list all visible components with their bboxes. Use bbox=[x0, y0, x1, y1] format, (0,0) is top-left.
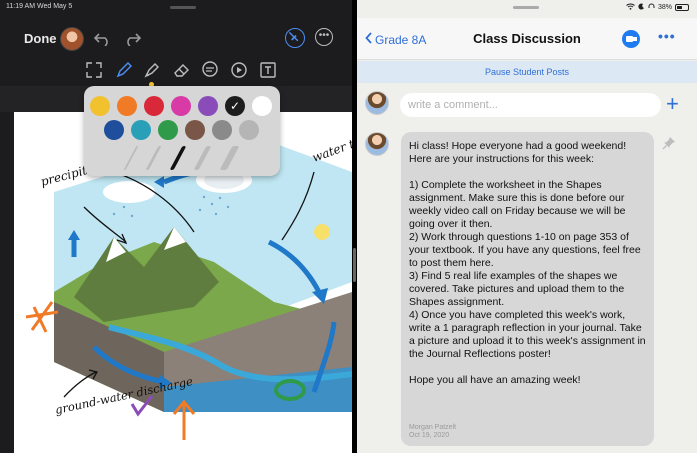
video-call-icon[interactable] bbox=[622, 30, 640, 48]
battery-percent: 38% bbox=[657, 4, 672, 11]
pen-icon[interactable] bbox=[114, 60, 134, 80]
redo-icon[interactable] bbox=[122, 30, 142, 47]
post-meta: Morgan Patzelt Oct 19, 2020 bbox=[409, 424, 456, 440]
pin-icon[interactable] bbox=[662, 136, 676, 150]
moon-icon bbox=[638, 3, 645, 12]
color-swatch[interactable] bbox=[158, 120, 178, 140]
color-swatch[interactable] bbox=[131, 120, 151, 140]
split-screen: 11:19 AM Wed May 5 Done ••• precipitatio… bbox=[0, 0, 697, 453]
comment-composer: + bbox=[357, 87, 697, 123]
status-time: 11:19 AM Wed May 5 bbox=[6, 3, 73, 10]
post-body: Hi class! Hope everyone had a good weeke… bbox=[409, 140, 646, 386]
discussion-pane: 38% Grade 8A Class Discussion ••• Pause … bbox=[357, 0, 697, 453]
discussion-post: Hi class! Hope everyone had a good weeke… bbox=[357, 128, 697, 453]
drawing-toolbar-top: Done ••• bbox=[0, 16, 352, 58]
color-swatch[interactable] bbox=[252, 96, 272, 116]
stroke-size-option[interactable] bbox=[145, 146, 162, 170]
stroke-size-option-selected[interactable] bbox=[169, 146, 187, 170]
stroke-size-option[interactable] bbox=[123, 146, 139, 170]
post-author: Morgan Patzelt bbox=[409, 424, 457, 431]
color-swatch-selected[interactable] bbox=[225, 96, 245, 116]
avatar bbox=[365, 132, 389, 156]
status-bar-right: 38% bbox=[626, 3, 689, 12]
color-swatch[interactable] bbox=[185, 120, 205, 140]
text-box-icon[interactable] bbox=[258, 60, 278, 80]
color-swatch[interactable] bbox=[104, 120, 124, 140]
battery-icon bbox=[675, 4, 689, 11]
divider-handle[interactable] bbox=[353, 248, 356, 282]
svg-text:water the: water the bbox=[310, 132, 352, 165]
color-swatch[interactable] bbox=[212, 120, 232, 140]
color-swatch[interactable] bbox=[198, 96, 218, 116]
color-swatch[interactable] bbox=[144, 96, 164, 116]
eraser-icon[interactable] bbox=[172, 60, 192, 80]
drawing-tools bbox=[0, 58, 352, 87]
color-palette bbox=[84, 86, 280, 176]
color-swatch[interactable] bbox=[90, 96, 110, 116]
color-swatch[interactable] bbox=[171, 96, 191, 116]
pencil-slash-icon[interactable] bbox=[285, 28, 305, 48]
multitask-grabber[interactable] bbox=[513, 6, 539, 9]
ellipsis-circle-icon[interactable]: ••• bbox=[315, 28, 333, 46]
undo-icon[interactable] bbox=[93, 30, 113, 47]
marker-icon[interactable] bbox=[142, 60, 162, 80]
expand-icon[interactable] bbox=[84, 60, 104, 80]
page-title: Class Discussion bbox=[473, 31, 581, 46]
headphones-icon bbox=[648, 3, 655, 12]
wifi-icon bbox=[626, 3, 635, 12]
stroke-size-option[interactable] bbox=[193, 146, 212, 170]
comment-input[interactable] bbox=[400, 93, 661, 117]
post-date: Oct 19, 2020 bbox=[409, 432, 450, 439]
stroke-size-option[interactable] bbox=[219, 146, 240, 170]
color-swatch[interactable] bbox=[117, 96, 137, 116]
avatar bbox=[365, 91, 389, 115]
post-bubble[interactable]: Hi class! Hope everyone had a good weeke… bbox=[401, 132, 654, 446]
avatar[interactable] bbox=[60, 27, 84, 51]
color-swatch[interactable] bbox=[239, 120, 259, 140]
multitask-grabber[interactable] bbox=[170, 6, 196, 9]
more-icon[interactable]: ••• bbox=[658, 28, 676, 44]
nav-bar: Grade 8A Class Discussion ••• bbox=[357, 18, 697, 60]
pause-posts-button[interactable]: Pause Student Posts bbox=[357, 61, 697, 83]
comment-icon[interactable] bbox=[200, 60, 220, 80]
drawing-app-pane: 11:19 AM Wed May 5 Done ••• precipitatio… bbox=[0, 0, 352, 453]
add-icon[interactable]: + bbox=[666, 90, 679, 118]
done-button[interactable]: Done bbox=[24, 31, 57, 46]
record-icon[interactable] bbox=[229, 60, 249, 80]
